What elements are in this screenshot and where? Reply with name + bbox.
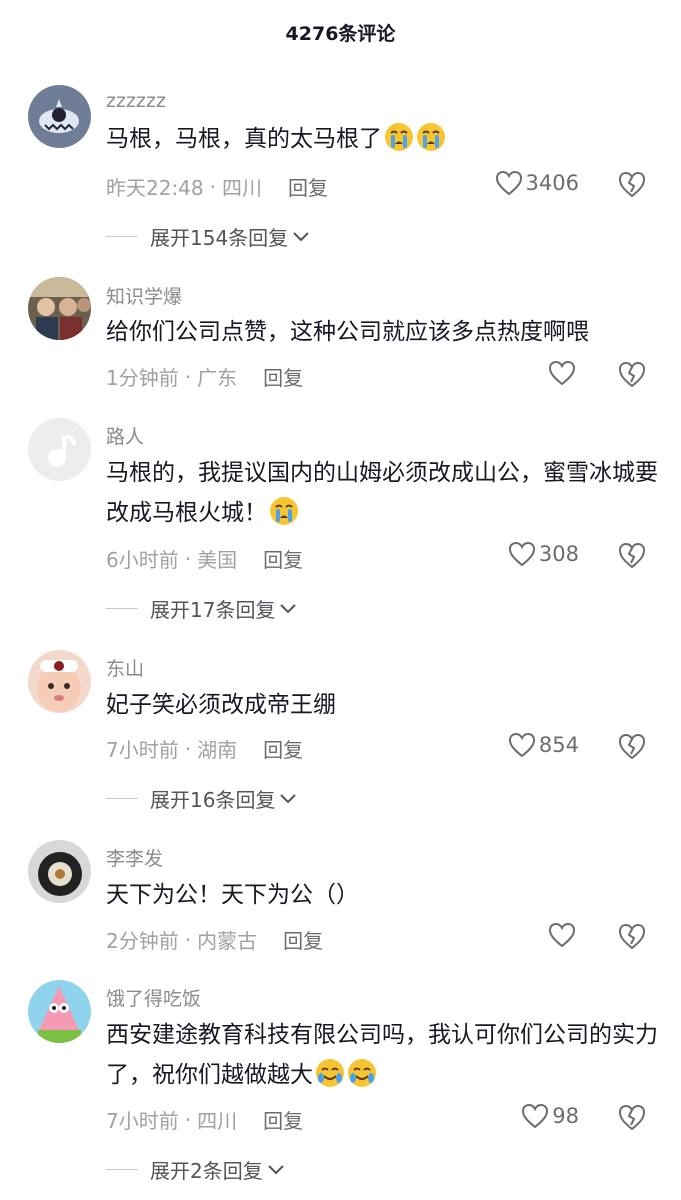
comment-text-body: 给你们公司点赞，这种公司就应该多点热度啊喂 bbox=[106, 319, 589, 345]
comment-meta: 7小时前 · 湖南 回复 bbox=[106, 734, 303, 763]
separator-dot: · bbox=[184, 1107, 192, 1132]
comment-username[interactable]: zzzzzz bbox=[106, 90, 166, 112]
comment-username[interactable]: 饿了得吃饭 bbox=[106, 984, 201, 1011]
chevron-down-icon bbox=[280, 603, 297, 613]
comment-username[interactable]: 东山 bbox=[106, 654, 144, 681]
comment-meta: 2分钟前 · 内蒙古 回复 bbox=[106, 925, 323, 954]
avatar[interactable] bbox=[28, 840, 91, 903]
separator-dot: · bbox=[184, 546, 192, 571]
like-button[interactable]: 98 bbox=[521, 1103, 579, 1129]
comment-text-body: 西安建途教育科技有限公司吗，我认可你们公司的实力了，祝你们越做越大 bbox=[106, 1022, 658, 1088]
comment-count-title: 4276条评论 bbox=[285, 22, 396, 45]
comment-text: 西安建途教育科技有限公司吗，我认可你们公司的实力了，祝你们越做越大 bbox=[106, 1015, 666, 1101]
dislike-broken-heart-icon[interactable] bbox=[617, 360, 647, 388]
expand-replies-button[interactable]: 展开17条回复 bbox=[106, 594, 297, 623]
crying-emoji-icon bbox=[416, 122, 446, 165]
avatar[interactable] bbox=[28, 650, 91, 713]
chevron-down-icon bbox=[280, 793, 297, 803]
heart-icon bbox=[508, 732, 535, 758]
dislike-broken-heart-icon[interactable] bbox=[617, 732, 647, 760]
expand-label: 展开17条回复 bbox=[150, 598, 276, 622]
comment-username[interactable]: 路人 bbox=[106, 422, 144, 449]
like-button[interactable] bbox=[548, 360, 579, 386]
dislike-broken-heart-icon[interactable] bbox=[617, 170, 647, 198]
comment-location: 内蒙古 bbox=[197, 929, 258, 953]
divider bbox=[106, 798, 138, 799]
dislike-broken-heart-icon[interactable] bbox=[617, 922, 647, 950]
comment-text-body: 马根的，我提议国内的山姆必须改成山公，蜜雪冰城要改成马根火城！ bbox=[106, 460, 658, 526]
comment-meta: 6小时前 · 美国 回复 bbox=[106, 544, 303, 573]
reply-button[interactable]: 回复 bbox=[288, 172, 328, 201]
comment-meta: 1分钟前 · 广东 回复 bbox=[106, 362, 303, 391]
comment-meta: 7小时前 · 四川 回复 bbox=[106, 1105, 303, 1134]
reply-button[interactable]: 回复 bbox=[263, 734, 303, 763]
comment-time: 1分钟前 bbox=[106, 366, 179, 390]
comment-text: 天下为公！天下为公（） bbox=[106, 875, 666, 915]
reply-button[interactable]: 回复 bbox=[263, 1105, 303, 1134]
avatar[interactable] bbox=[28, 277, 91, 340]
teary-smile-emoji-icon bbox=[315, 1058, 345, 1101]
avatar[interactable] bbox=[28, 980, 91, 1043]
comment-text: 给你们公司点赞，这种公司就应该多点热度啊喂 bbox=[106, 312, 666, 352]
comment-text: 马根的，我提议国内的山姆必须改成山公，蜜雪冰城要改成马根火城！ bbox=[106, 453, 666, 539]
comment-text-body: 妃子笑必须改成帝王绷 bbox=[106, 692, 336, 718]
expand-label: 展开16条回复 bbox=[150, 788, 276, 812]
comment-text: 妃子笑必须改成帝王绷 bbox=[106, 685, 666, 725]
comment-text-body: 天下为公！天下为公（） bbox=[106, 882, 359, 908]
crying-emoji-icon bbox=[269, 496, 299, 539]
comment-time: 昨天22:48 bbox=[106, 176, 204, 200]
comment-location: 美国 bbox=[197, 548, 238, 572]
divider bbox=[106, 236, 138, 237]
like-count: 308 bbox=[538, 542, 579, 566]
reply-button[interactable]: 回复 bbox=[263, 544, 303, 573]
separator-dot: · bbox=[184, 927, 192, 952]
like-button[interactable]: 3406 bbox=[495, 170, 579, 196]
expand-replies-button[interactable]: 展开16条回复 bbox=[106, 784, 297, 813]
comment-username[interactable]: 李李发 bbox=[106, 844, 163, 871]
comments-header: 4276条评论 bbox=[0, 0, 681, 64]
like-count: 98 bbox=[552, 1104, 579, 1128]
comment-meta: 昨天22:48 · 四川 回复 bbox=[106, 172, 328, 201]
dislike-broken-heart-icon[interactable] bbox=[617, 541, 647, 569]
chevron-down-icon bbox=[293, 231, 309, 241]
comment-time: 6小时前 bbox=[106, 548, 179, 572]
comment-location: 广东 bbox=[197, 366, 238, 390]
avatar[interactable] bbox=[28, 85, 91, 148]
like-button[interactable] bbox=[548, 922, 579, 948]
reply-button[interactable]: 回复 bbox=[283, 925, 323, 954]
expand-replies-button[interactable]: 展开2条回复 bbox=[106, 1155, 285, 1184]
reply-button[interactable]: 回复 bbox=[263, 362, 303, 391]
comment-location: 四川 bbox=[197, 1109, 238, 1133]
comment-username[interactable]: 知识学爆 bbox=[106, 282, 182, 309]
expand-replies-button[interactable]: 展开154条回复 bbox=[106, 222, 310, 251]
comment-location: 湖南 bbox=[197, 738, 238, 762]
teary-smile-emoji-icon bbox=[347, 1058, 377, 1101]
divider bbox=[106, 608, 138, 609]
like-button[interactable]: 308 bbox=[508, 541, 579, 567]
heart-icon bbox=[548, 922, 576, 948]
comment-text-body: 马根，马根，真的太马根了 bbox=[106, 126, 382, 152]
heart-icon bbox=[508, 541, 535, 567]
expand-label: 展开154条回复 bbox=[150, 226, 289, 250]
comment-time: 7小时前 bbox=[106, 738, 179, 762]
comment-text: 马根，马根，真的太马根了 bbox=[106, 119, 666, 165]
avatar[interactable] bbox=[28, 418, 91, 481]
comment-time: 2分钟前 bbox=[106, 929, 179, 953]
chevron-down-icon bbox=[268, 1164, 284, 1174]
expand-label: 展开2条回复 bbox=[150, 1159, 263, 1183]
separator-dot: · bbox=[184, 364, 192, 389]
dislike-broken-heart-icon[interactable] bbox=[617, 1103, 647, 1131]
heart-icon bbox=[522, 1103, 549, 1129]
comment-time: 7小时前 bbox=[106, 1109, 179, 1133]
divider bbox=[106, 1169, 138, 1170]
comment-location: 四川 bbox=[222, 176, 262, 200]
like-button[interactable]: 854 bbox=[508, 732, 579, 758]
like-count: 3406 bbox=[525, 171, 579, 195]
like-count: 854 bbox=[538, 733, 579, 757]
separator-dot: · bbox=[209, 174, 216, 199]
heart-icon bbox=[495, 170, 522, 196]
heart-icon bbox=[548, 360, 576, 386]
crying-emoji-icon bbox=[384, 122, 414, 165]
separator-dot: · bbox=[184, 736, 192, 761]
